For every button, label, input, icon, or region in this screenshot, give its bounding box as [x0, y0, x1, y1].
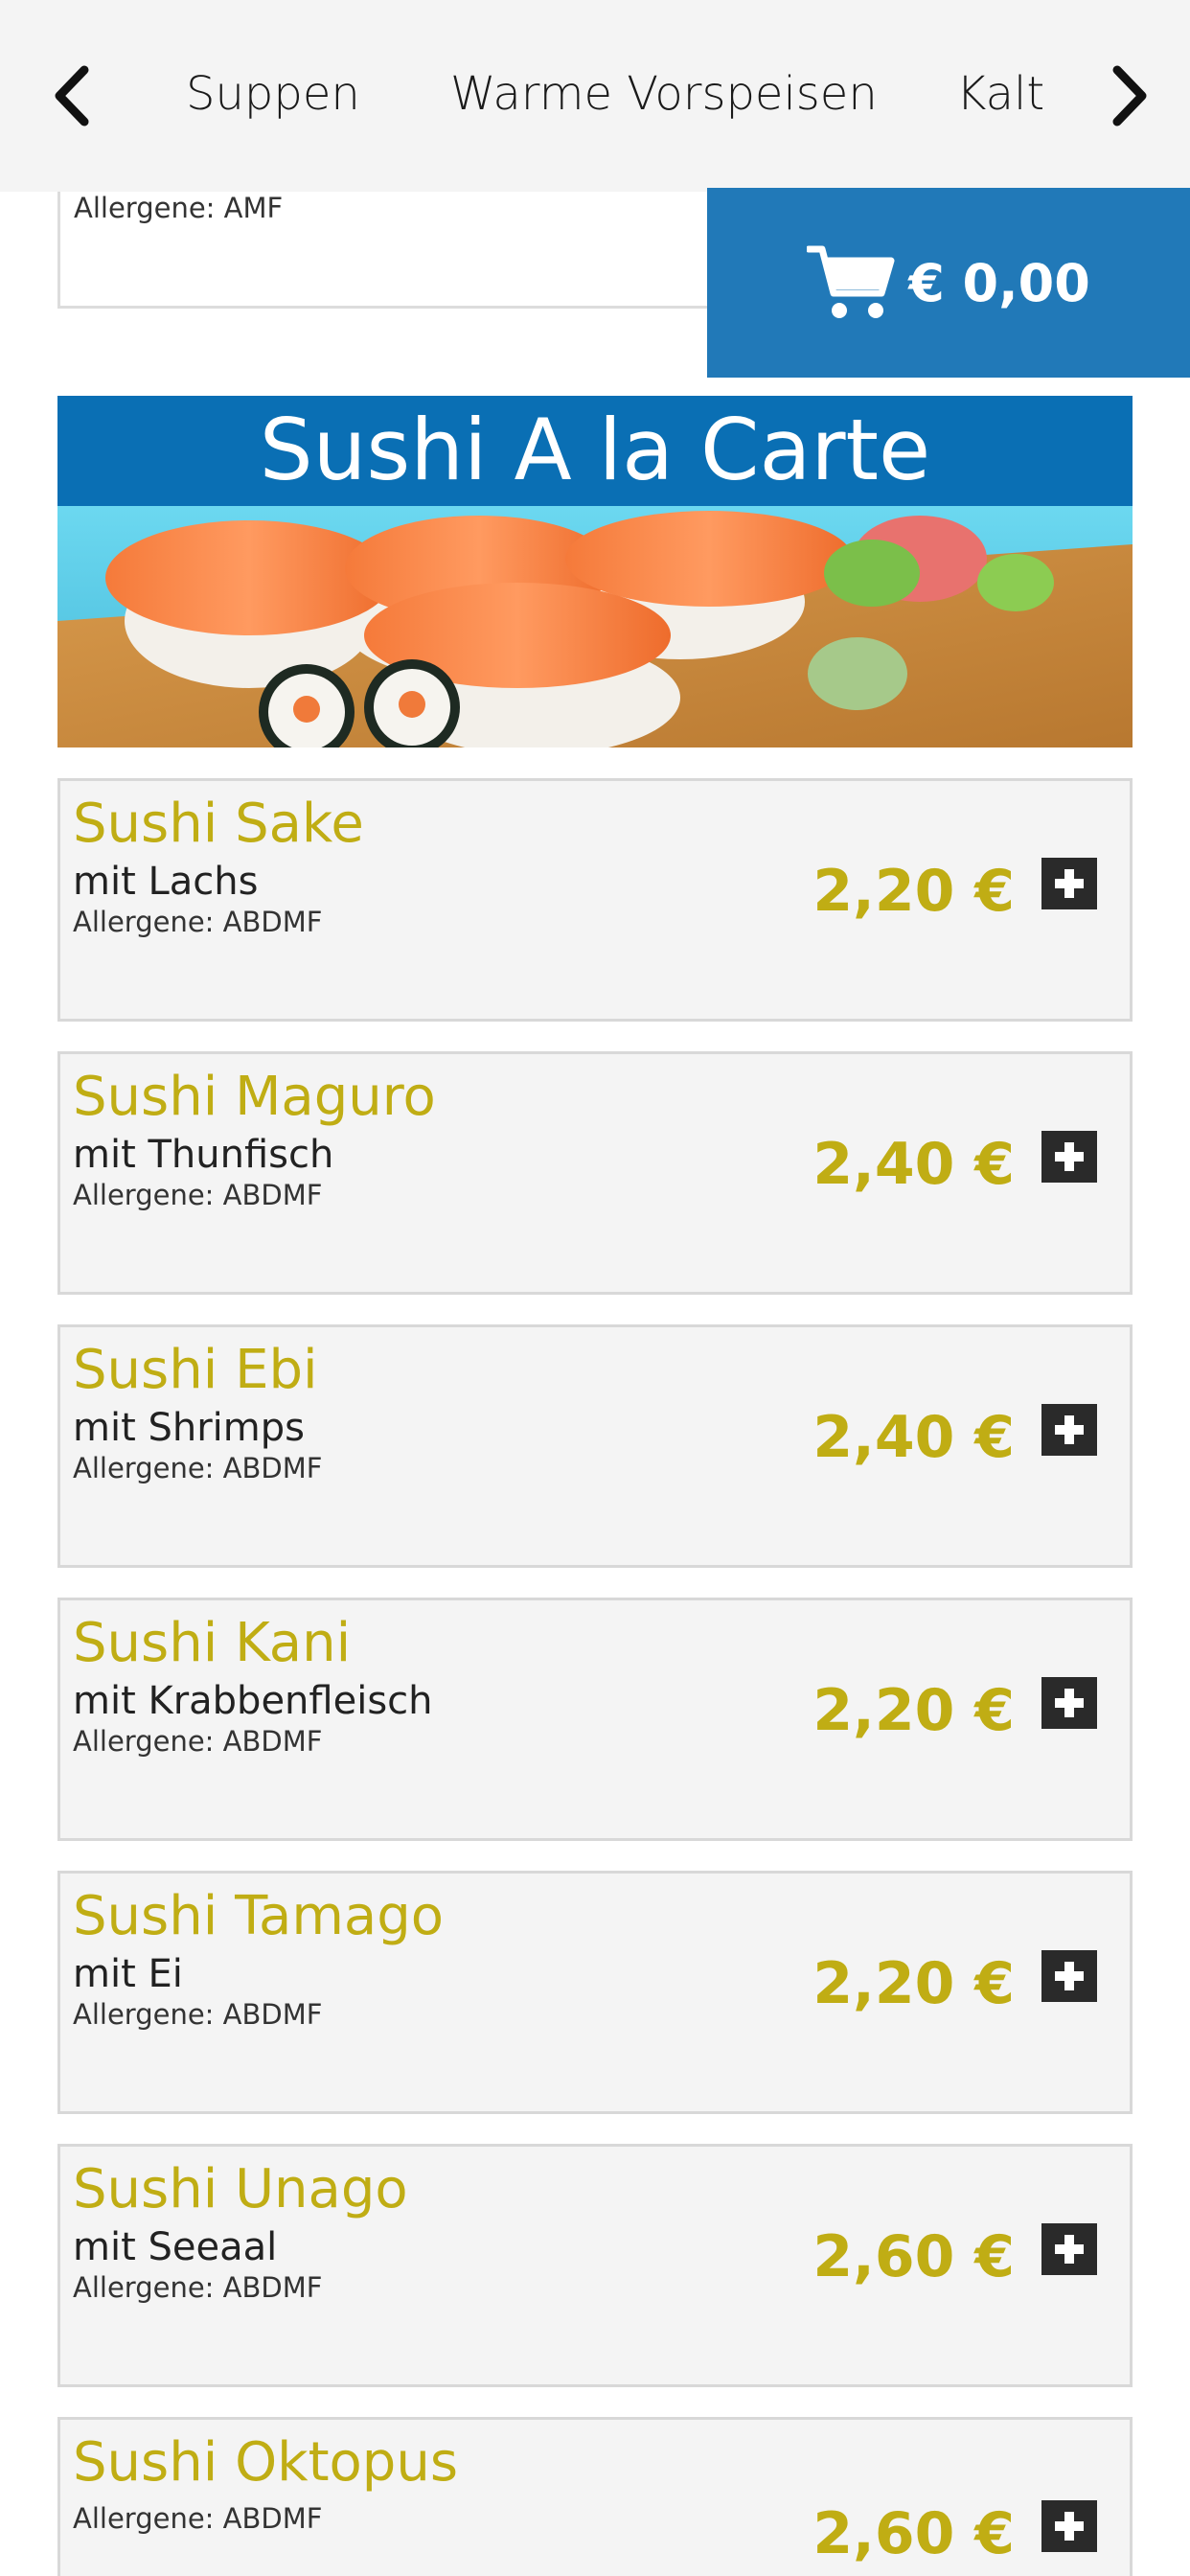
section-banner-image [57, 506, 1133, 748]
item-description: mit Thunfisch [73, 1133, 334, 1177]
item-description: mit Ei [73, 1952, 183, 1996]
item-price: 2,20 € [812, 1677, 1015, 1744]
item-description: mit Lachs [73, 860, 259, 904]
plus-icon [1055, 2235, 1084, 2264]
category-nav: Suppen Warme Vorspeisen Kalte Vorspeisen [0, 0, 1190, 192]
item-name: Sushi Ebi [73, 1339, 318, 1401]
item-allergens: Allergene: ABDMF [73, 1452, 323, 1484]
menu-item: Sushi Kani mit Krabbenfleisch Allergene:… [57, 1598, 1133, 1841]
item-description: mit Shrimps [73, 1406, 305, 1450]
item-allergens: Allergene: ABDMF [73, 1179, 323, 1211]
plus-icon [1055, 1142, 1084, 1171]
item-allergens: Allergene: ABDMF [73, 2502, 323, 2535]
item-name: Sushi Maguro [73, 1066, 436, 1128]
cart-total: € 0,00 [908, 252, 1090, 313]
item-name: Sushi Tamago [73, 1885, 444, 1947]
item-name: Sushi Unago [73, 2158, 408, 2220]
add-to-cart-button[interactable] [1041, 1677, 1097, 1729]
item-price: 2,20 € [812, 858, 1015, 925]
item-allergens: Allergene: ABDMF [73, 1998, 323, 2031]
item-price: 2,60 € [812, 2500, 1015, 2567]
plus-icon [1055, 2512, 1084, 2541]
nav-next-button[interactable] [1102, 59, 1159, 132]
item-description: mit Krabbenfleisch [73, 1679, 433, 1723]
menu-item: Sushi Oktopus Allergene: ABDMF 2,60 € [57, 2417, 1133, 2576]
chevron-left-icon [55, 65, 89, 126]
item-price: 2,40 € [812, 1404, 1015, 1471]
add-to-cart-button[interactable] [1041, 2223, 1097, 2275]
nav-prev-button[interactable] [42, 59, 100, 132]
item-allergens: Allergene: ABDMF [73, 2271, 323, 2304]
item-name: Sushi Sake [73, 793, 364, 855]
item-name: Sushi Kani [73, 1612, 352, 1674]
menu-item: Sushi Tamago mit Ei Allergene: ABDMF 2,2… [57, 1871, 1133, 2114]
tab-suppen[interactable]: Suppen [186, 63, 360, 125]
section-title: Sushi A la Carte [57, 396, 1133, 506]
item-allergens: Allergene: ABDMF [73, 1725, 323, 1758]
menu-item: Sushi Unago mit Seeaal Allergene: ABDMF … [57, 2144, 1133, 2387]
chevron-right-icon [1112, 65, 1147, 126]
tab-warme-vorspeisen[interactable]: Warme Vorspeisen [450, 63, 878, 125]
add-to-cart-button[interactable] [1041, 1131, 1097, 1183]
plus-icon [1055, 1415, 1084, 1444]
plus-icon [1055, 1962, 1084, 1990]
menu-item: Sushi Ebi mit Shrimps Allergene: ABDMF 2… [57, 1324, 1133, 1568]
item-allergens: Allergene: AMF [74, 192, 284, 224]
item-allergens: Allergene: ABDMF [73, 906, 323, 938]
item-price: 2,20 € [812, 1950, 1015, 2017]
plus-icon [1055, 1689, 1084, 1717]
add-to-cart-button[interactable] [1041, 1404, 1097, 1456]
menu-item: Sushi Sake mit Lachs Allergene: ABDMF 2,… [57, 778, 1133, 1022]
item-name: Sushi Oktopus [73, 2431, 459, 2494]
menu-item: Sushi Maguro mit Thunfisch Allergene: AB… [57, 1051, 1133, 1295]
tab-kalte-vorspeisen[interactable]: Kalte Vorspeisen [956, 63, 1044, 125]
item-price: 2,40 € [812, 1131, 1015, 1198]
item-price: 2,60 € [812, 2223, 1015, 2290]
plus-icon [1055, 869, 1084, 898]
cart-button[interactable]: € 0,00 [707, 188, 1190, 378]
item-description: mit Seeaal [73, 2225, 278, 2269]
add-to-cart-button[interactable] [1041, 2500, 1097, 2552]
add-to-cart-button[interactable] [1041, 1950, 1097, 2002]
add-to-cart-button[interactable] [1041, 858, 1097, 909]
category-tabs: Suppen Warme Vorspeisen Kalte Vorspeisen [144, 0, 1044, 192]
cart-icon [807, 245, 895, 318]
